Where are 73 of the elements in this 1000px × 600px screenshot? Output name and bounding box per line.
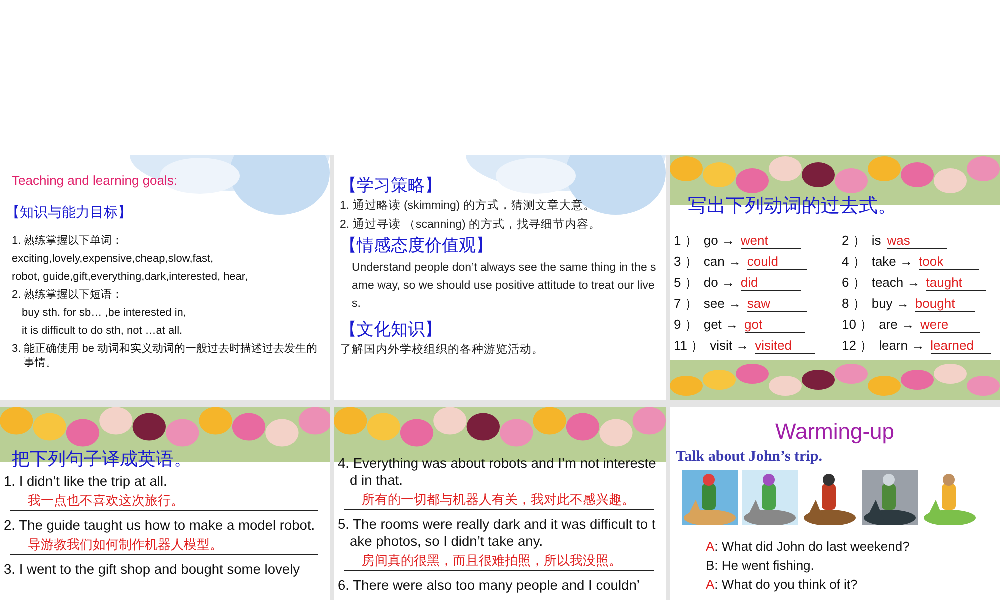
slide-title: Warming-up	[776, 419, 894, 445]
item-number: 9 ）	[674, 316, 698, 334]
section-heading: 【知识与能力目标】	[6, 204, 132, 222]
answer: was	[887, 233, 948, 249]
verb: see →	[704, 295, 742, 313]
verb: learn →	[879, 337, 925, 355]
dialogue-line: A: What did John do last weekend?	[706, 538, 911, 556]
answer: bought	[915, 296, 976, 312]
dialogue-line: B: He went fishing.	[706, 557, 816, 575]
text-line: it is difficult to do sth, not …at all.	[21, 324, 184, 338]
sentence: 3. I went to the gift shop and bought some lovely	[4, 561, 302, 578]
sentence: 4. Everything was about robots and I’m not interested in that.	[338, 455, 658, 489]
verb: buy →	[872, 295, 910, 313]
item-number: 2 ）	[842, 232, 866, 250]
section-heading: 【情感态度价值观】	[340, 235, 494, 257]
text-line: 2. 熟练掌握以下短语：	[12, 288, 124, 302]
verb: is	[872, 232, 882, 250]
item-number: 7 ）	[674, 295, 698, 313]
item-number: 6 ）	[842, 274, 866, 292]
translation: 我一点也不喜欢这次旅行。	[10, 490, 318, 511]
text-line: 了解国内外学校组织的各种游览活动。	[340, 342, 545, 358]
verb: get →	[704, 316, 739, 334]
item-number: 12 ）	[842, 337, 874, 355]
answer: got	[744, 317, 805, 333]
text-line: 2. 通过寻读 （scanning) 的方式，找寻细节内容。	[340, 217, 602, 233]
sentence: 2. The guide taught us how to make a model robot.	[4, 517, 316, 534]
item-number: 5 ）	[674, 274, 698, 292]
text-line: robot, guide,gift,everything,dark,interested, hear,	[12, 270, 250, 284]
item-number: 3 ）	[674, 253, 698, 271]
verb: teach →	[872, 274, 920, 292]
answer: taught	[926, 275, 986, 291]
slide-title: Teaching and learning goals:	[12, 173, 178, 188]
section-heading: 【文化知识】	[340, 319, 443, 341]
section-heading: 【学习策略】	[340, 175, 443, 197]
verb: go →	[704, 232, 735, 250]
item-number: 1 ）	[674, 232, 698, 250]
sentence: 1. I didn’t like the trip at all.	[4, 473, 168, 490]
answer: visited	[755, 338, 816, 354]
verb: can →	[704, 253, 742, 271]
item-number: 10 ）	[842, 316, 874, 334]
item-number: 11 ）	[674, 337, 704, 355]
answer: took	[919, 254, 980, 270]
answer: did	[740, 275, 801, 291]
slide-thumbnail[interactable]	[334, 155, 666, 400]
text-line: 1. 熟练掌握以下单词：	[12, 234, 124, 248]
answer: were	[920, 317, 980, 333]
text-line: Understand people don’t always see the same thing in the same way, so we should use positive attitude to treat our lives.	[351, 261, 658, 312]
text-line: buy sth. for sb… ,be interested in,	[21, 306, 188, 320]
answer: saw	[747, 296, 808, 312]
dialogue-line: A: What do you think of it?	[706, 576, 859, 594]
slide-thumbnail[interactable]	[670, 155, 1000, 400]
answer: went	[740, 233, 801, 249]
translation: 所有的一切都与机器人有关，我对此不感兴趣。	[344, 489, 654, 510]
verb: take →	[872, 253, 914, 271]
translation: 房间真的很黑，而且很难拍照，所以我没照。	[344, 550, 654, 571]
item-number: 4 ）	[842, 253, 866, 271]
slide-thumbnail[interactable]	[334, 407, 666, 600]
slide-title: 写出下列动词的过去式。	[688, 195, 897, 219]
item-number: 8 ）	[842, 295, 866, 313]
text-line: exciting,lovely,expensive,cheap,slow,fast,	[12, 252, 215, 266]
verb: are →	[879, 316, 914, 334]
slide-subtitle: Talk about John’s trip.	[676, 449, 822, 466]
verb: do →	[704, 274, 735, 292]
translation: 导游教我们如何制作机器人模型。	[10, 534, 318, 555]
answer: could	[747, 254, 808, 270]
answer: learned	[930, 338, 991, 354]
sentence: 5. The rooms were really dark and it was difficult to take photos, so I didn’t take any.	[338, 516, 657, 550]
verb: visit →	[710, 337, 750, 355]
sentence: 6. There were also too many people and I couldn’	[338, 577, 641, 594]
text-line: 3. 能正确使用 be 动词和实义动词的一般过去时描述过去发生的事情。	[12, 342, 318, 370]
slide-thumbnail[interactable]	[0, 155, 330, 400]
text-line: 1. 通过略读 (skimming) 的方式，猜测文章大意。	[340, 198, 596, 214]
slide-thumbnail[interactable]: Warming-up Talk about John’s trip. A: What did John do last weekend? B: He went fishing. A: What do you think of it?	[670, 407, 1000, 600]
